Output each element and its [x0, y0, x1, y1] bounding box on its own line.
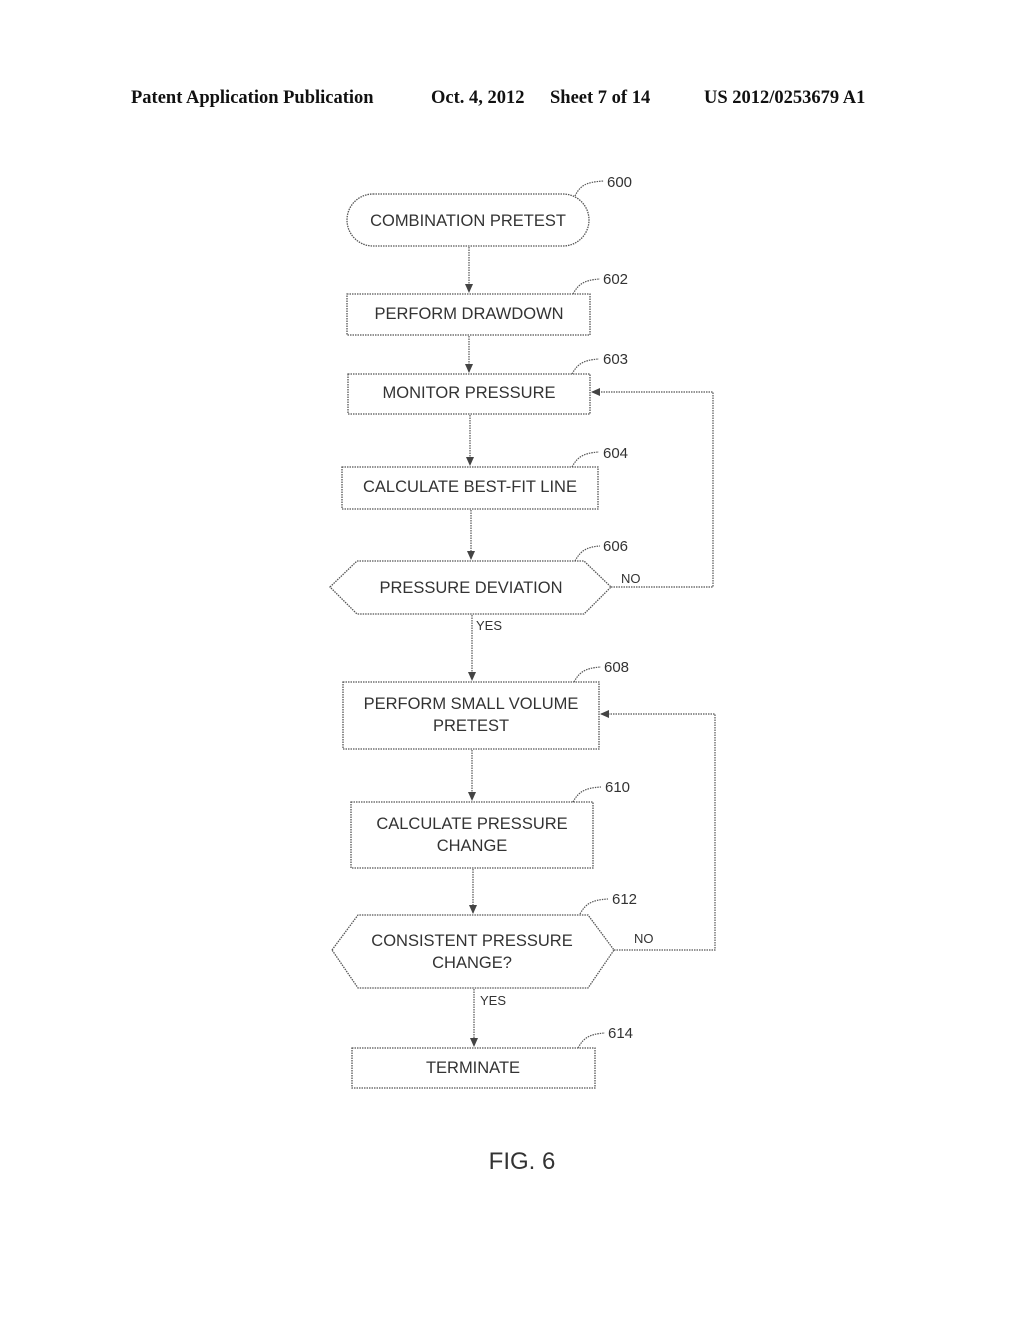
ref-leader-608	[573, 666, 602, 683]
ref-606: 606	[603, 538, 628, 555]
decision-shape	[331, 914, 615, 989]
node-label-line2: CHANGE	[437, 837, 508, 855]
ref-602: 602	[603, 271, 628, 288]
node-label-line1: CONSISTENT PRESSURE	[371, 932, 572, 950]
node-label-line2: CHANGE?	[432, 954, 512, 972]
node-600-combination-pretest: COMBINATION PRETEST	[346, 193, 590, 247]
ref-600: 600	[607, 174, 632, 191]
ref-603: 603	[603, 351, 628, 368]
process-box	[350, 801, 594, 869]
ref-610: 610	[605, 779, 630, 796]
process-box	[342, 681, 600, 750]
ref-604: 604	[603, 445, 628, 462]
ref-608: 608	[604, 659, 629, 676]
node-614-terminate: TERMINATE	[351, 1047, 596, 1089]
node-label: MONITOR PRESSURE	[383, 384, 556, 402]
edge-label-yes-606: YES	[476, 618, 502, 633]
node-label-line1: CALCULATE PRESSURE	[376, 815, 567, 833]
node-label-line1: PERFORM SMALL VOLUME	[364, 695, 579, 713]
node-603-monitor-pressure: MONITOR PRESSURE	[347, 373, 591, 415]
edge-label-no-606: NO	[621, 571, 641, 586]
edge-label-yes-612: YES	[480, 993, 506, 1008]
node-606-pressure-deviation: PRESSURE DEVIATION	[329, 560, 612, 615]
ref-612: 612	[612, 891, 637, 908]
edge-612-608-no	[600, 710, 716, 951]
node-602-perform-drawdown: PERFORM DRAWDOWN	[346, 293, 591, 336]
node-label: COMBINATION PRETEST	[370, 212, 566, 230]
node-610-calculate-pressure-change: CALCULATE PRESSURE CHANGE	[350, 801, 594, 869]
figure-label: FIG. 6	[489, 1148, 556, 1175]
ref-leader-603	[571, 358, 600, 375]
node-612-consistent-pressure-change: CONSISTENT PRESSURE CHANGE?	[331, 914, 615, 989]
ref-leader-614	[577, 1032, 606, 1049]
flowchart: COMBINATION PRETEST 600 PERFORM DRAWDOWN…	[329, 174, 716, 1175]
node-label: PRESSURE DEVIATION	[379, 579, 562, 597]
ref-614: 614	[608, 1025, 633, 1042]
node-604-calculate-best-fit-line: CALCULATE BEST-FIT LINE	[341, 466, 599, 510]
node-label-line2: PRETEST	[433, 717, 509, 735]
ref-leader-602	[572, 278, 601, 295]
ref-leader-610	[572, 786, 602, 803]
edge-606-603-no	[591, 388, 714, 588]
node-label: CALCULATE BEST-FIT LINE	[363, 478, 577, 496]
edge-label-no-612: NO	[634, 931, 654, 946]
ref-leader-606	[574, 545, 601, 562]
node-label: TERMINATE	[426, 1059, 520, 1077]
ref-leader-604	[571, 451, 600, 468]
ref-leader-600	[574, 180, 605, 197]
ref-leader-612	[579, 898, 609, 915]
node-608-perform-small-volume-pretest: PERFORM SMALL VOLUME PRETEST	[342, 681, 600, 750]
node-label: PERFORM DRAWDOWN	[374, 305, 563, 323]
